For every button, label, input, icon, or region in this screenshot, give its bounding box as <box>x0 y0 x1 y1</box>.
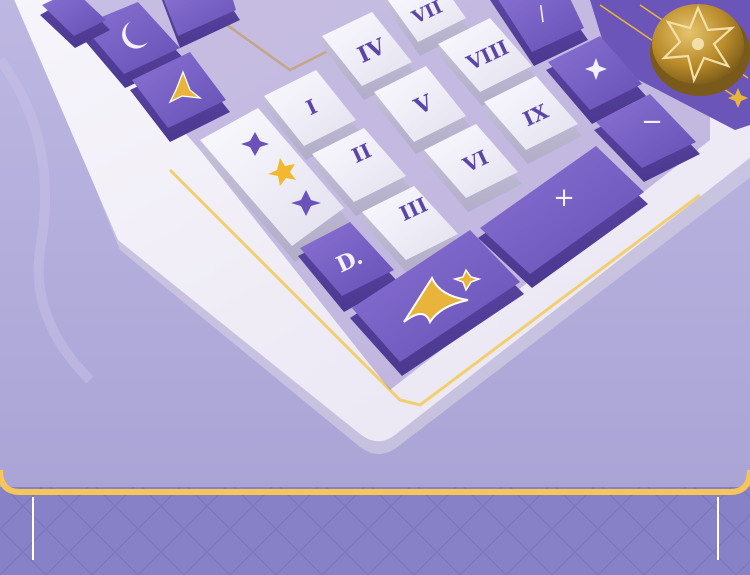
keyboard-photo: IV VII VIII I V IX II VI III / − + D. <box>0 0 750 575</box>
plus-key-legend: + <box>553 183 575 213</box>
knob-center <box>692 38 704 50</box>
minus-key-legend: − <box>641 107 663 137</box>
